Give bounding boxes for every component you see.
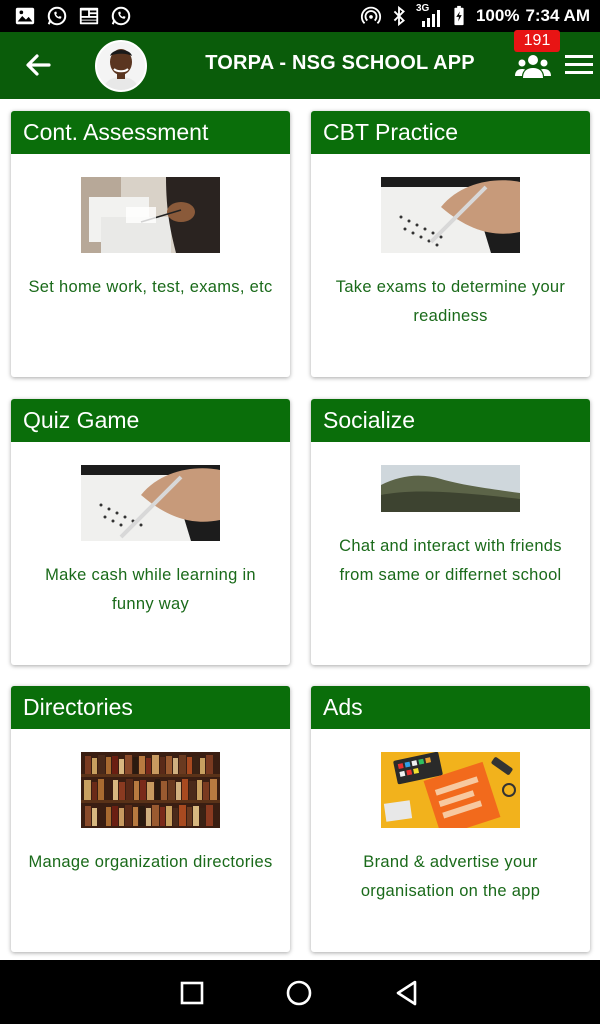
bluetooth-icon <box>393 5 405 27</box>
card-title: Directories <box>11 686 290 729</box>
whatsapp-icon-2 <box>111 6 131 26</box>
card-directories[interactable]: Directories Manage organization director… <box>11 686 290 952</box>
avatar[interactable] <box>95 40 147 92</box>
page-title: TORPA - NSG SCHOOL APP <box>205 52 475 74</box>
card-image <box>381 465 520 512</box>
card-quiz-game[interactable]: Quiz Game Make cash while learning in fu… <box>11 399 290 665</box>
whatsapp-icon <box>47 6 67 26</box>
card-description: Chat and interact with friends from same… <box>339 537 562 584</box>
card-title: Socialize <box>311 399 590 442</box>
card-image <box>381 752 520 828</box>
app-bar: TORPA - NSG SCHOOL APP 191 <box>0 30 600 99</box>
card-image <box>381 177 520 253</box>
card-title: CBT Practice <box>311 111 590 154</box>
signal-3g-icon: 3G <box>416 3 442 27</box>
circle-icon[interactable] <box>284 978 314 1008</box>
card-image <box>81 465 220 541</box>
battery-charging-icon <box>454 5 464 26</box>
card-description: Take exams to determine your readiness <box>335 278 566 325</box>
triangle-back-icon[interactable] <box>392 978 422 1008</box>
card-description: Brand & advertise your organisation on t… <box>360 853 541 900</box>
hotspot-icon <box>360 6 382 24</box>
gallery-icon <box>15 7 35 25</box>
system-nav-bar <box>0 960 600 1024</box>
card-description: Make cash while learning in funny way <box>45 566 256 613</box>
card-ads[interactable]: Ads Brand & advertise your organisation … <box>311 686 590 952</box>
notification-badge: 191 <box>514 30 560 52</box>
profile-photo <box>97 42 145 90</box>
arrow-left-icon[interactable] <box>22 49 54 81</box>
card-title: Ads <box>311 686 590 729</box>
card-cont-assessment[interactable]: Cont. Assessment Set home work, test, ex… <box>11 111 290 377</box>
card-cbt-practice[interactable]: CBT Practice Take exams to determine you… <box>311 111 590 377</box>
status-bar: 3G 100% 7:34 AM <box>0 0 600 32</box>
card-title: Quiz Game <box>11 399 290 442</box>
card-description: Manage organization directories <box>28 853 273 871</box>
card-image <box>81 177 220 253</box>
card-image <box>81 752 220 828</box>
battery-percent: 100% <box>475 6 520 25</box>
hamburger-menu-icon[interactable] <box>565 52 593 78</box>
card-description: Set home work, test, exams, etc <box>28 278 273 296</box>
users-group-icon[interactable] <box>515 52 551 80</box>
card-title: Cont. Assessment <box>11 111 290 154</box>
square-icon[interactable] <box>177 978 207 1008</box>
newspaper-icon <box>79 7 99 25</box>
clock: 7:34 AM <box>525 6 590 25</box>
card-socialize[interactable]: Socialize Chat and interact with friends… <box>311 399 590 665</box>
